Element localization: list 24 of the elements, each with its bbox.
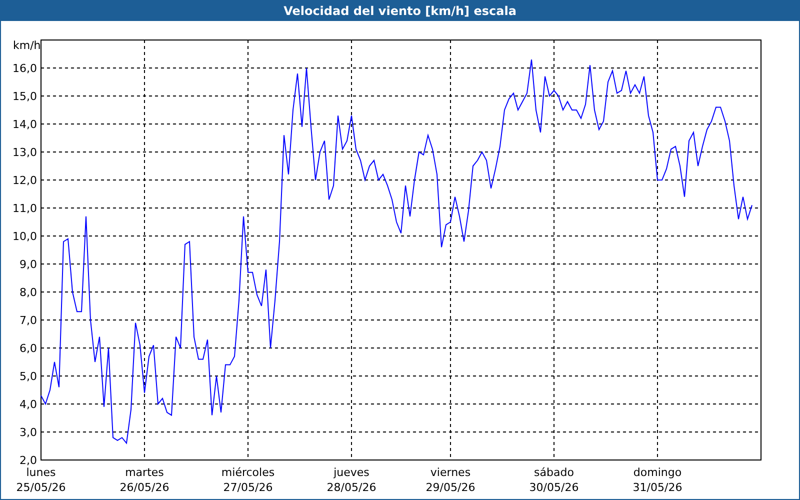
x-tick-label: jueves 28/05/26 (326, 466, 376, 494)
y-axis-label: km/h (13, 39, 41, 52)
y-tick-label: 2,0 (20, 454, 37, 467)
y-tick-label: 16,0 (12, 62, 37, 75)
y-tick-label: 4,0 (20, 398, 37, 411)
y-tick-label: 14,0 (12, 118, 37, 131)
y-tick-label: 12,0 (12, 174, 37, 187)
y-tick-label: 8,0 (20, 286, 37, 299)
y-tick-label: 10,0 (12, 230, 37, 243)
x-tick-label: viernes 29/05/26 (426, 466, 476, 494)
x-tick-label: martes 26/05/26 (120, 466, 170, 494)
y-tick-label: 5,0 (20, 370, 37, 383)
y-tick-label: 6,0 (20, 342, 37, 355)
x-tick-label: sábado 30/05/26 (529, 466, 579, 494)
y-tick-label: 7,0 (20, 314, 37, 327)
y-tick-label: 13,0 (12, 146, 37, 159)
x-tick-label: lunes 25/05/26 (16, 466, 66, 494)
window-title: Velocidad del viento [km/h] escala (1, 1, 799, 21)
y-tick-label: 11,0 (12, 202, 37, 215)
x-tick-label: domingo 31/05/26 (632, 466, 682, 494)
y-tick-label: 15,0 (12, 90, 37, 103)
y-tick-label: 3,0 (20, 426, 37, 439)
x-tick-label: miércoles 27/05/26 (221, 466, 275, 494)
y-tick-label: 9,0 (20, 258, 37, 271)
